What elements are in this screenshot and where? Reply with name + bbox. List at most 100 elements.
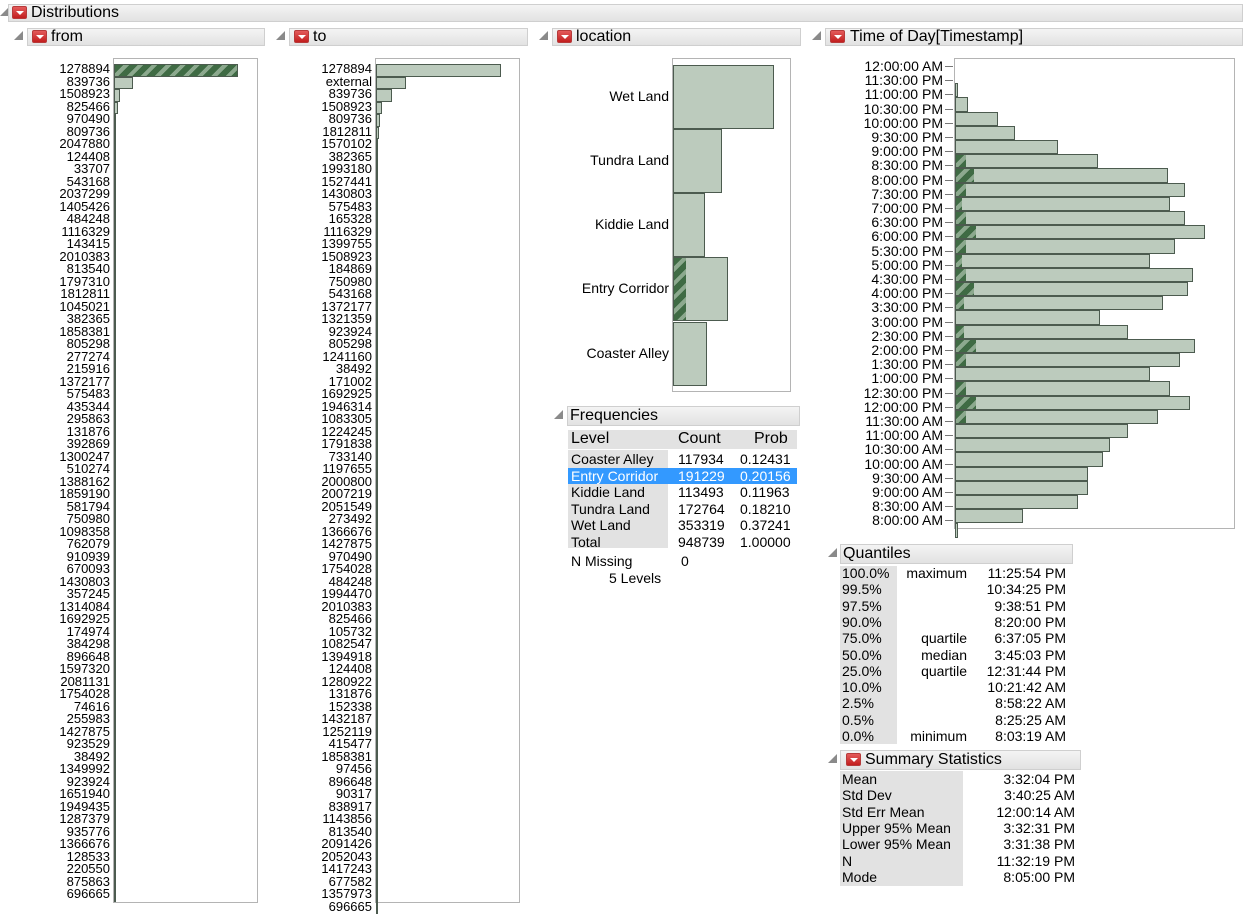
summary-name-0: Mean <box>842 771 877 787</box>
freq-count-4: 353319 <box>678 517 725 533</box>
from_panel-bar-54 <box>114 739 116 752</box>
time-bar-hatch <box>956 326 964 338</box>
time-bar-18 <box>955 325 1128 339</box>
from_panel-bar-58 <box>114 789 116 802</box>
from_panel-bar-30 <box>114 439 116 452</box>
from_panel-bar-21 <box>114 327 116 340</box>
to_panel-bar-17 <box>376 277 378 290</box>
red-triangle-menu-icon[interactable] <box>846 753 861 766</box>
to_panel-bar-43 <box>376 602 378 615</box>
from_panel-bar-2 <box>114 89 120 102</box>
to_panel-bar-41 <box>376 577 378 590</box>
time-tick-5 <box>945 137 953 138</box>
to_panel-bar-42 <box>376 589 378 602</box>
time-tick-1 <box>945 80 953 81</box>
time-tick-30 <box>945 492 953 493</box>
time-bar-hatch <box>956 226 976 238</box>
from_panel-bar-66 <box>114 889 116 902</box>
time-bar-31 <box>955 509 1023 523</box>
to_panel-bar-52 <box>376 714 378 727</box>
from_panel-bar-46 <box>114 639 116 652</box>
from_panel-bar-41 <box>114 577 116 590</box>
freq-count-0: 117934 <box>678 451 724 467</box>
from_panel-bar-48 <box>114 664 116 677</box>
freq-count-2: 113493 <box>678 484 724 500</box>
time-bar-4 <box>955 126 1015 140</box>
collapse-triangle-icon[interactable] <box>554 410 563 419</box>
summary-title: Summary Statistics <box>865 751 1002 769</box>
red-triangle-menu-icon[interactable] <box>294 30 309 43</box>
quantile-value-9: 8:25:25 AM <box>966 712 1066 728</box>
from_panel-bar-22 <box>114 339 116 352</box>
time-bar-hatch <box>956 269 966 281</box>
time-bar-19 <box>955 339 1195 353</box>
from_panel-bar-65 <box>114 877 116 890</box>
to-bar-chart <box>375 58 520 903</box>
time-tick-24 <box>945 407 953 408</box>
quantiles-title: Quantiles <box>843 545 911 563</box>
from_panel-bar-45 <box>114 627 116 640</box>
time-histogram <box>954 58 1235 529</box>
location-label-1: Tundra Land <box>590 152 669 168</box>
to_panel-bar-53 <box>376 727 378 740</box>
to_panel-bar-48 <box>376 664 378 677</box>
collapse-triangle-icon[interactable] <box>828 548 837 557</box>
time-bar-15 <box>955 282 1188 296</box>
time-bar-30 <box>955 495 1078 509</box>
location-bar-2 <box>673 193 705 257</box>
quantile-pct-10: 0.0% <box>842 728 874 744</box>
to_panel-bar-49 <box>376 677 378 690</box>
collapse-triangle-icon[interactable] <box>812 31 821 40</box>
from_panel-bar-59 <box>114 802 116 815</box>
from_panel-bar-20 <box>114 314 116 327</box>
time-bar-27 <box>955 452 1103 466</box>
collapse-triangle-icon[interactable] <box>14 31 23 40</box>
from_panel-bar-18 <box>114 289 116 302</box>
collapse-triangle-icon[interactable] <box>828 754 837 763</box>
to_panel-bar-22 <box>376 339 378 352</box>
from_panel-bar-6 <box>114 139 116 152</box>
freq-count-5: 948739 <box>678 534 725 550</box>
collapse-triangle-icon[interactable] <box>539 31 548 40</box>
time-bar-hatch <box>956 240 966 252</box>
time-bar-20 <box>955 353 1180 367</box>
time-bar-hatch <box>956 169 974 181</box>
freq-level-2: Kiddie Land <box>571 484 645 500</box>
red-triangle-menu-icon[interactable] <box>12 6 27 19</box>
from_panel-bar-23 <box>114 352 116 365</box>
freq-prob-header: Prob <box>754 430 788 448</box>
to_panel-bar-56 <box>376 764 378 777</box>
from_panel-bar-19 <box>114 302 116 315</box>
time-tick-23 <box>945 393 953 394</box>
from_panel-bar-38 <box>114 539 116 552</box>
from_panel-bar-44 <box>114 614 116 627</box>
summary-name-3: Upper 95% Mean <box>842 820 951 836</box>
freq-level-0: Coaster Alley <box>571 451 653 467</box>
time-tick-14 <box>945 265 953 266</box>
location-bar-3 <box>673 257 728 321</box>
time-bar-hatch <box>956 212 966 224</box>
to_panel-bar-29 <box>376 427 378 440</box>
time-tick-6 <box>945 151 953 152</box>
from_panel-bar-50 <box>114 689 116 702</box>
to_panel-bar-20 <box>376 314 378 327</box>
from-bar-chart <box>113 58 258 903</box>
red-triangle-menu-icon[interactable] <box>830 30 845 43</box>
to_panel-bar-1 <box>376 77 406 90</box>
from_panel-bar-63 <box>114 852 116 865</box>
red-triangle-menu-icon[interactable] <box>557 30 572 43</box>
to_panel-bar-39 <box>376 552 378 565</box>
time-tick-32 <box>945 520 953 521</box>
red-triangle-menu-icon[interactable] <box>32 30 47 43</box>
from_panel-bar-26 <box>114 389 116 402</box>
location-label-4: Coaster Alley <box>587 345 669 361</box>
from_panel-bar-10 <box>114 189 116 202</box>
collapse-triangle-icon[interactable] <box>276 31 285 40</box>
from_panel-bar-36 <box>114 514 116 527</box>
quantile-value-1: 10:34:25 PM <box>966 581 1066 597</box>
summary-name-1: Std Dev <box>842 787 892 803</box>
summary-name-2: Std Err Mean <box>842 804 924 820</box>
time-bar-3 <box>955 112 998 126</box>
to_panel-bar-66 <box>376 889 378 902</box>
to-category-labels: 1278894external8397361508923809736181281… <box>262 63 372 913</box>
